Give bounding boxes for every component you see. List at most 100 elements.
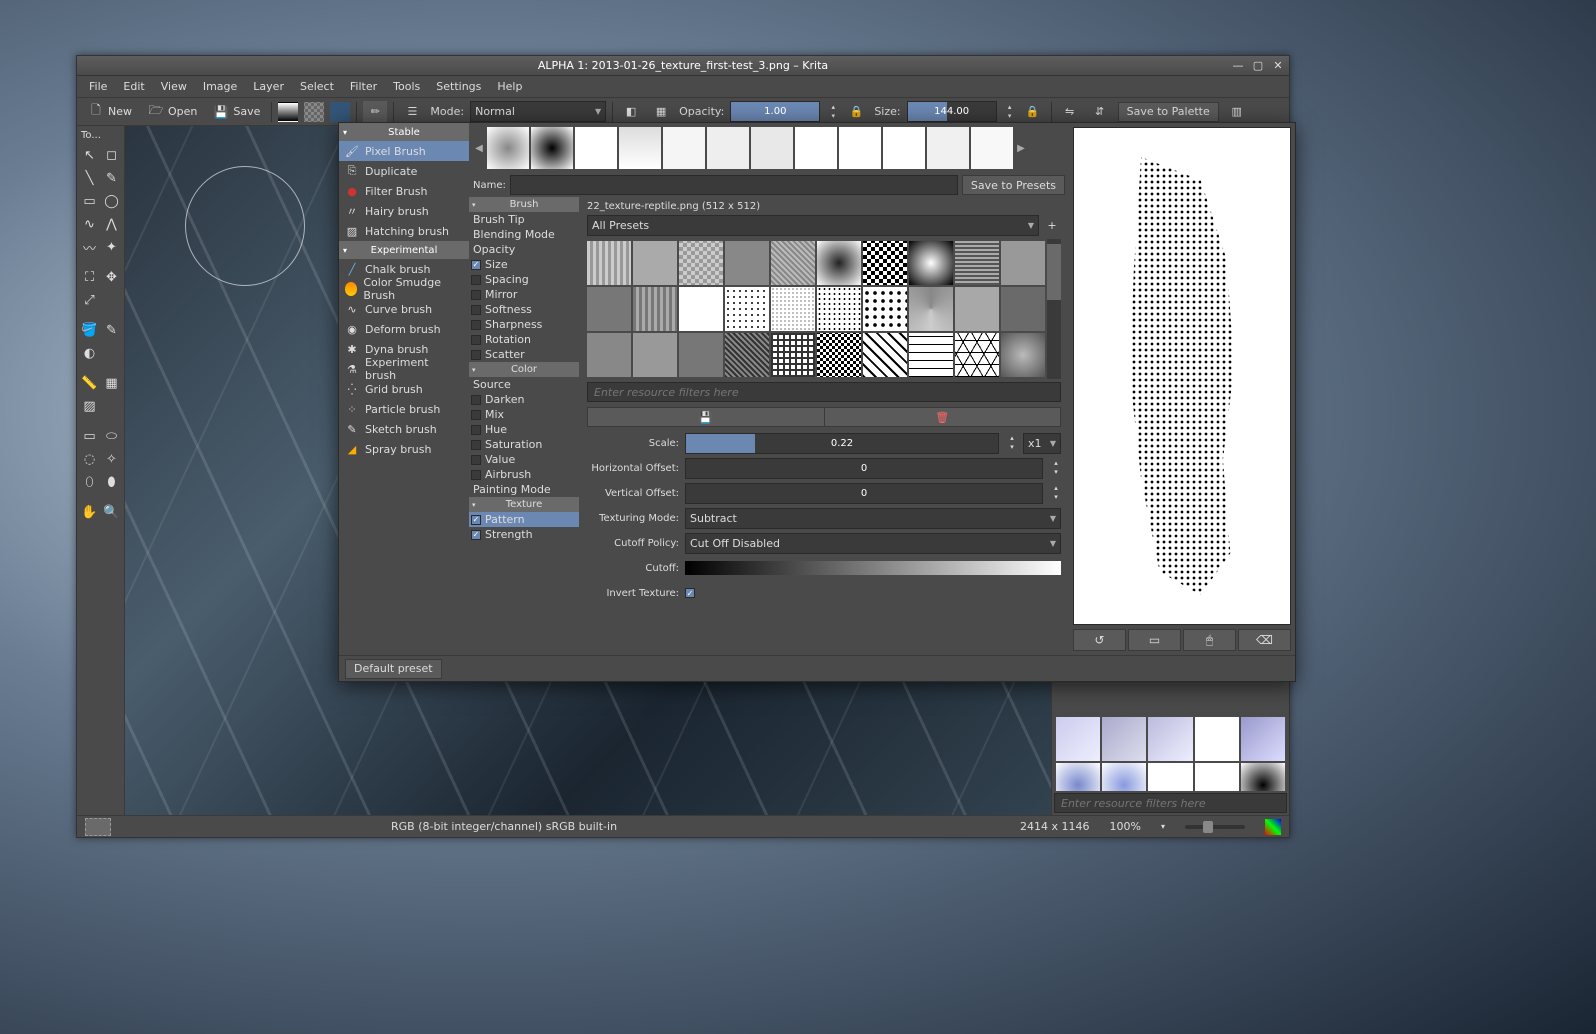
menu-tools[interactable]: Tools bbox=[385, 77, 428, 96]
preset-thumb[interactable] bbox=[531, 127, 573, 169]
texture-thumb[interactable] bbox=[725, 287, 769, 331]
edit-brush-button[interactable]: ☰ bbox=[400, 101, 424, 123]
checkbox[interactable] bbox=[471, 350, 481, 360]
menu-filter[interactable]: Filter bbox=[342, 77, 385, 96]
checkbox[interactable] bbox=[471, 320, 481, 330]
menu-edit[interactable]: Edit bbox=[115, 77, 152, 96]
tool-transform[interactable]: ⤢ bbox=[79, 289, 100, 311]
options-header-texture[interactable]: Texture bbox=[469, 497, 579, 512]
engine-filter-brush[interactable]: ●Filter Brush bbox=[339, 181, 469, 201]
option-spacing[interactable]: Spacing bbox=[469, 272, 579, 287]
strip-next-button[interactable]: ▶ bbox=[1015, 127, 1027, 169]
tool-pointer[interactable]: ↖ bbox=[79, 144, 100, 166]
tool-select-rect[interactable]: ▭ bbox=[79, 425, 100, 447]
option-sharpness[interactable]: Sharpness bbox=[469, 317, 579, 332]
engine-grid-brush[interactable]: ⁛Grid brush bbox=[339, 379, 469, 399]
texture-thumb[interactable] bbox=[909, 333, 953, 377]
preset-thumb[interactable] bbox=[707, 127, 749, 169]
preset-category-combo[interactable]: All Presets▼ bbox=[587, 215, 1039, 236]
texture-thumb[interactable] bbox=[633, 241, 677, 285]
add-tag-button[interactable]: + bbox=[1043, 217, 1061, 235]
texture-thumb[interactable] bbox=[679, 241, 723, 285]
preview-clear-button[interactable]: ⌫ bbox=[1238, 629, 1291, 651]
option-opacity[interactable]: Opacity bbox=[469, 242, 579, 257]
engine-header-experimental[interactable]: Experimental bbox=[339, 241, 469, 259]
tool-polyline[interactable]: ⋀ bbox=[101, 213, 122, 235]
preset-thumb[interactable] bbox=[1241, 763, 1285, 791]
tool-select-magnetic[interactable]: ⬮ bbox=[101, 471, 122, 493]
texture-delete-icon[interactable]: 🗑 bbox=[824, 407, 1062, 427]
option-airbrush[interactable]: Airbrush bbox=[469, 467, 579, 482]
preset-thumb[interactable] bbox=[663, 127, 705, 169]
engine-particle-brush[interactable]: ⁘Particle brush bbox=[339, 399, 469, 419]
close-button[interactable]: ✕ bbox=[1271, 59, 1285, 73]
preset-thumb[interactable] bbox=[795, 127, 837, 169]
checkbox[interactable] bbox=[471, 515, 481, 525]
options-header-color[interactable]: Color bbox=[469, 362, 579, 377]
engine-header-stable[interactable]: Stable bbox=[339, 123, 469, 141]
tool-calligraphy[interactable]: ✎ bbox=[101, 167, 122, 189]
option-pattern[interactable]: Pattern bbox=[469, 512, 579, 527]
tool-crop[interactable]: ⛶ bbox=[79, 266, 100, 288]
new-button[interactable]: 🗋New bbox=[83, 101, 137, 123]
texture-thumb[interactable] bbox=[909, 241, 953, 285]
cutoffpolicy-combo[interactable]: Cut Off Disabled▼ bbox=[685, 533, 1061, 554]
texture-thumb[interactable] bbox=[633, 333, 677, 377]
open-button[interactable]: 🗁Open bbox=[143, 101, 202, 123]
option-painting-mode[interactable]: Painting Mode bbox=[469, 482, 579, 497]
tool-rect[interactable]: ▭ bbox=[79, 190, 100, 212]
option-rotation[interactable]: Rotation bbox=[469, 332, 579, 347]
texture-thumb[interactable] bbox=[771, 287, 815, 331]
preset-thumb[interactable] bbox=[487, 127, 529, 169]
tool-ellipse[interactable]: ◯ bbox=[101, 190, 122, 212]
option-darken[interactable]: Darken bbox=[469, 392, 579, 407]
preset-thumb[interactable] bbox=[1056, 763, 1100, 791]
save-button[interactable]: 💾Save bbox=[208, 101, 265, 123]
texture-thumb[interactable] bbox=[771, 241, 815, 285]
preset-thumb[interactable] bbox=[751, 127, 793, 169]
preset-thumb[interactable] bbox=[1195, 763, 1239, 791]
checkbox[interactable] bbox=[471, 455, 481, 465]
preset-thumb[interactable] bbox=[883, 127, 925, 169]
texture-thumb[interactable] bbox=[863, 333, 907, 377]
menu-help[interactable]: Help bbox=[489, 77, 530, 96]
menu-settings[interactable]: Settings bbox=[428, 77, 489, 96]
invert-texture-checkbox[interactable] bbox=[685, 588, 695, 598]
checkbox[interactable] bbox=[471, 425, 481, 435]
tool-select-outline[interactable]: ⬭ bbox=[101, 425, 122, 447]
menu-layer[interactable]: Layer bbox=[245, 77, 292, 96]
zoom-slider[interactable] bbox=[1185, 825, 1245, 829]
tool-dyna[interactable]: 〰 bbox=[79, 236, 100, 258]
tool-perspective[interactable]: ▨ bbox=[79, 395, 100, 417]
status-color-icon[interactable] bbox=[1265, 819, 1281, 835]
checkbox[interactable] bbox=[471, 260, 481, 270]
preset-thumb[interactable] bbox=[1056, 717, 1100, 761]
texture-thumb[interactable] bbox=[771, 333, 815, 377]
checkbox[interactable] bbox=[471, 305, 481, 315]
preset-thumb[interactable] bbox=[1148, 763, 1192, 791]
preset-name-input[interactable] bbox=[510, 175, 958, 195]
option-softness[interactable]: Softness bbox=[469, 302, 579, 317]
menu-view[interactable]: View bbox=[153, 77, 195, 96]
scale-mult-combo[interactable]: x1▼ bbox=[1023, 433, 1061, 454]
texture-thumb[interactable] bbox=[725, 333, 769, 377]
texture-thumb[interactable] bbox=[817, 241, 861, 285]
option-brush-tip[interactable]: Brush Tip bbox=[469, 212, 579, 227]
hoffset-spinner[interactable]: 0 bbox=[685, 458, 1043, 479]
engine-pixel-brush[interactable]: 🖌Pixel Brush bbox=[339, 141, 469, 161]
engine-experiment-brush[interactable]: ⚗Experiment brush bbox=[339, 359, 469, 379]
option-value[interactable]: Value bbox=[469, 452, 579, 467]
texture-thumb[interactable] bbox=[1001, 333, 1045, 377]
preset-thumb[interactable] bbox=[927, 127, 969, 169]
tool-shape-edit[interactable]: ◻ bbox=[101, 144, 122, 166]
docker-filter-input[interactable] bbox=[1054, 793, 1287, 813]
tool-pan[interactable]: ✋ bbox=[79, 501, 100, 523]
save-to-presets-button[interactable]: Save to Presets bbox=[962, 175, 1065, 195]
strip-prev-button[interactable]: ◀ bbox=[473, 127, 485, 169]
checkbox[interactable] bbox=[471, 440, 481, 450]
texture-thumb[interactable] bbox=[679, 333, 723, 377]
option-strength[interactable]: Strength bbox=[469, 527, 579, 542]
texture-thumb[interactable] bbox=[955, 333, 999, 377]
tool-fill[interactable]: 🪣 bbox=[79, 319, 100, 341]
texture-thumb[interactable] bbox=[587, 333, 631, 377]
